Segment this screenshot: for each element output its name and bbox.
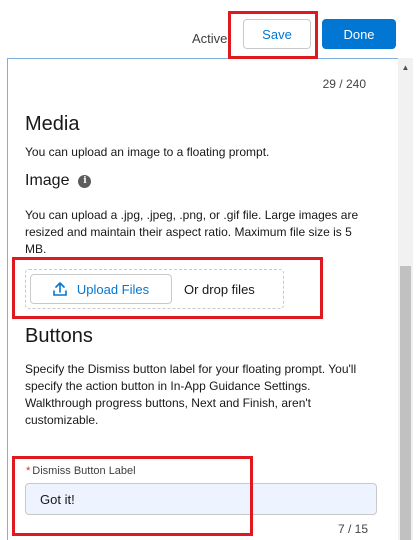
dismiss-field-label: Dismiss Button Label [32, 465, 136, 477]
info-icon[interactable]: i [78, 174, 92, 188]
top-bar: Active Save Done [0, 0, 416, 56]
upload-icon [53, 282, 67, 296]
prompt-settings-panel: 29 / 240 Media You can upload an image t… [7, 58, 398, 540]
scroll-up-arrow-icon[interactable]: ▲ [398, 62, 413, 72]
buttons-heading: Buttons [25, 325, 93, 347]
image-heading: Image [25, 172, 70, 189]
buttons-description: Specify the Dismiss button label for you… [25, 362, 357, 427]
image-description: You can upload a .jpg, .jpeg, .png, or .… [25, 208, 359, 256]
upload-files-label: Upload Files [76, 281, 150, 297]
required-marker: * [26, 465, 31, 477]
image-heading-row: Image i [25, 172, 92, 190]
dismiss-char-counter: 7 / 15 [337, 522, 368, 536]
scroll-thumb[interactable] [400, 266, 411, 540]
dismiss-label-row: * Dismiss Button Label [26, 465, 136, 477]
done-button[interactable]: Done [322, 19, 396, 49]
file-dropzone[interactable]: Upload Files Or drop files [25, 269, 284, 309]
drop-files-label: Or drop files [184, 281, 255, 297]
status-label: Active [192, 31, 228, 46]
title-char-counter: 29 / 240 [322, 77, 366, 91]
media-heading: Media [25, 113, 80, 135]
upload-files-button[interactable]: Upload Files [30, 274, 172, 304]
media-description: You can upload an image to a floating pr… [25, 145, 270, 159]
dismiss-button-label-input[interactable] [25, 483, 377, 515]
save-button[interactable]: Save [243, 19, 311, 49]
vertical-scrollbar[interactable]: ▲ [398, 58, 413, 540]
